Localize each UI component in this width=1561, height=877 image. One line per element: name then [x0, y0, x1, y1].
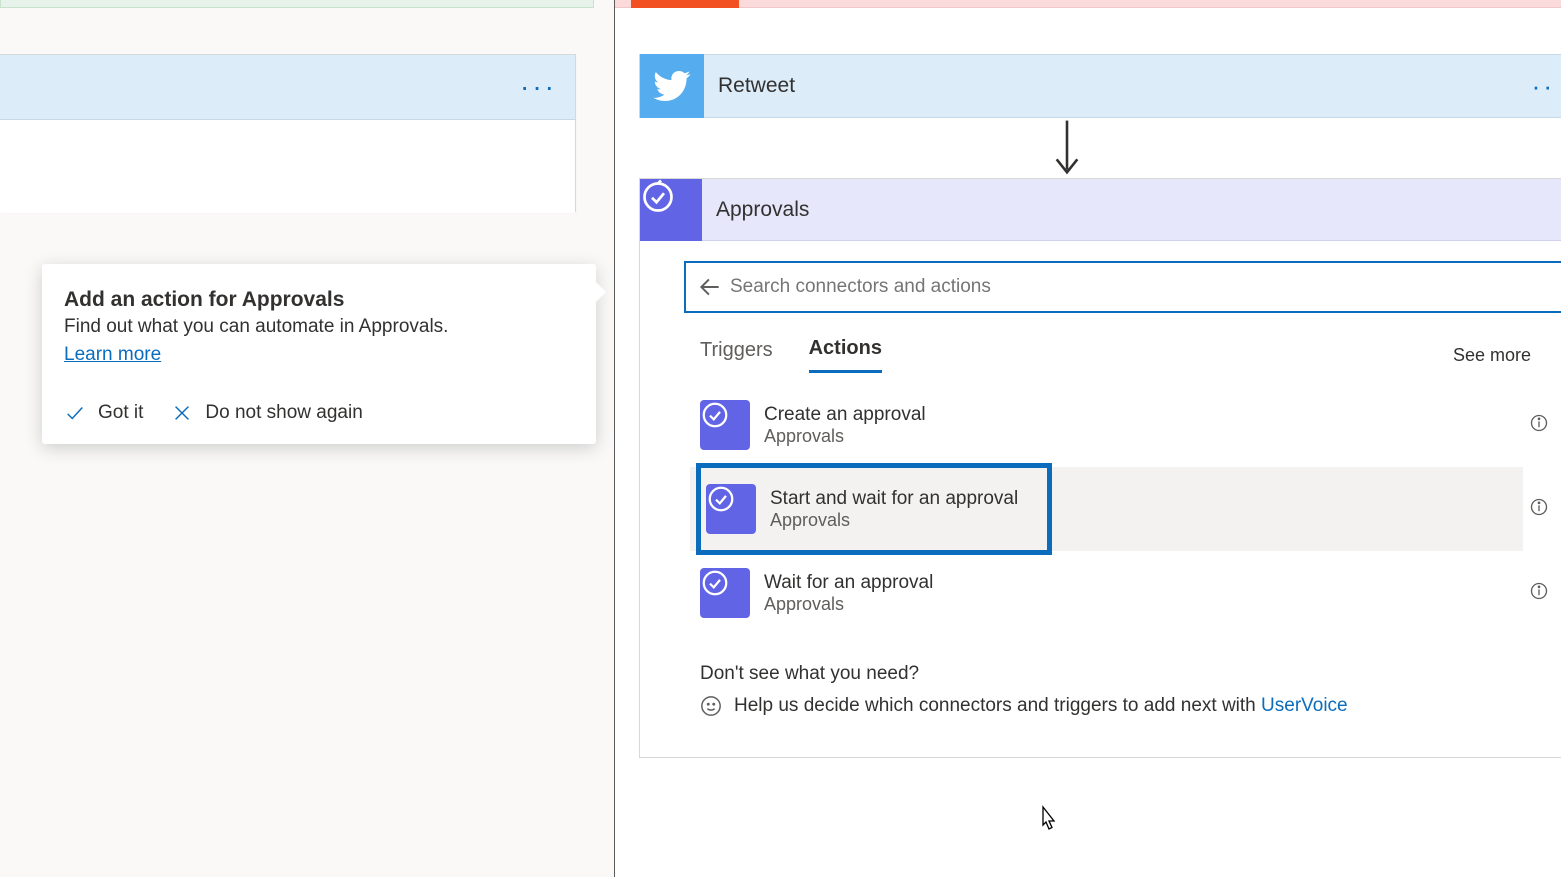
flow-step-card-body	[0, 120, 575, 213]
more-icon[interactable]: ···	[520, 73, 557, 101]
help-prefix: Help us decide which connectors and trig…	[734, 695, 1261, 716]
action-row: Create an approval Approvals	[700, 387, 1561, 463]
action-wait-for-approval[interactable]: Wait for an approval Approvals	[700, 555, 1549, 631]
selector-body: Triggers Actions See more Create an appr…	[640, 241, 1561, 757]
action-subtitle: Approvals	[764, 594, 933, 615]
action-create-approval[interactable]: Create an approval Approvals	[700, 387, 1549, 463]
callout-subtitle: Find out what you can automate in Approv…	[64, 316, 574, 338]
help-text: Help us decide which connectors and trig…	[734, 695, 1348, 717]
do-not-show-label: Do not show again	[205, 402, 362, 424]
twitter-icon	[640, 54, 704, 118]
top-warning-strip	[615, 0, 1561, 8]
action-text: Create an approval Approvals	[764, 404, 926, 447]
more-icon[interactable]: ··	[1532, 71, 1555, 102]
dont-see-row: Help us decide which connectors and trig…	[700, 695, 1561, 717]
action-title: Start and wait for an approval	[770, 488, 1018, 510]
action-text: Wait for an approval Approvals	[764, 572, 933, 615]
action-row: Wait for an approval Approvals	[700, 555, 1561, 631]
action-list: Create an approval Approvals Start and w…	[700, 387, 1561, 631]
approvals-selector-card: Approvals Triggers Actions See more	[639, 178, 1561, 758]
dont-see-title: Don't see what you need?	[700, 663, 1561, 685]
got-it-label: Got it	[98, 402, 143, 424]
uservoice-link[interactable]: UserVoice	[1261, 695, 1348, 716]
approvals-icon	[640, 179, 702, 241]
search-input[interactable]	[724, 272, 1551, 302]
back-button[interactable]	[696, 273, 724, 301]
info-icon[interactable]	[1529, 497, 1549, 517]
right-pane: Retweet ·· Approvals Triggers Actions	[614, 0, 1561, 877]
got-it-button[interactable]: Got it	[64, 402, 143, 424]
accent-bar	[631, 0, 739, 8]
callout-title: Add an action for Approvals	[64, 288, 574, 312]
arrow-left-icon	[697, 274, 723, 300]
teaching-callout: Add an action for Approvals Find out wha…	[42, 264, 596, 444]
flow-step-retweet[interactable]: Retweet ··	[639, 54, 1561, 118]
approvals-title: Approvals	[702, 198, 809, 222]
search-row	[684, 261, 1561, 313]
action-subtitle: Approvals	[770, 510, 1018, 531]
dont-see-section: Don't see what you need? Help us decide …	[700, 663, 1561, 717]
learn-more-link[interactable]: Learn more	[64, 344, 161, 365]
tab-actions[interactable]: Actions	[809, 337, 882, 373]
action-row: Start and wait for an approval Approvals	[700, 467, 1561, 551]
left-pane: ··· Add an action for Approvals Find out…	[0, 0, 614, 877]
action-start-and-wait[interactable]: Start and wait for an approval Approvals	[700, 467, 1048, 551]
approvals-header[interactable]: Approvals	[640, 179, 1561, 241]
approvals-icon	[700, 400, 750, 450]
approvals-icon	[700, 568, 750, 618]
action-subtitle: Approvals	[764, 426, 926, 447]
tabs-row: Triggers Actions See more	[700, 337, 1561, 373]
callout-actions: Got it Do not show again	[64, 402, 574, 424]
action-text: Start and wait for an approval Approvals	[770, 488, 1018, 531]
arrow-down-icon	[1051, 118, 1083, 180]
approvals-icon	[706, 484, 756, 534]
see-more-link[interactable]: See more	[1453, 345, 1531, 366]
left-top-edge	[0, 0, 594, 8]
cursor-icon	[1035, 805, 1059, 835]
action-title: Create an approval	[764, 404, 926, 426]
tab-triggers[interactable]: Triggers	[700, 339, 773, 372]
retweet-title: Retweet	[704, 74, 795, 98]
close-icon	[171, 402, 193, 424]
do-not-show-button[interactable]: Do not show again	[171, 402, 362, 424]
action-title: Wait for an approval	[764, 572, 933, 594]
smile-icon	[700, 695, 722, 717]
flow-step-card-header: ···	[0, 55, 575, 120]
flow-step-card-collapsed[interactable]: ···	[0, 54, 576, 212]
check-icon	[64, 402, 86, 424]
